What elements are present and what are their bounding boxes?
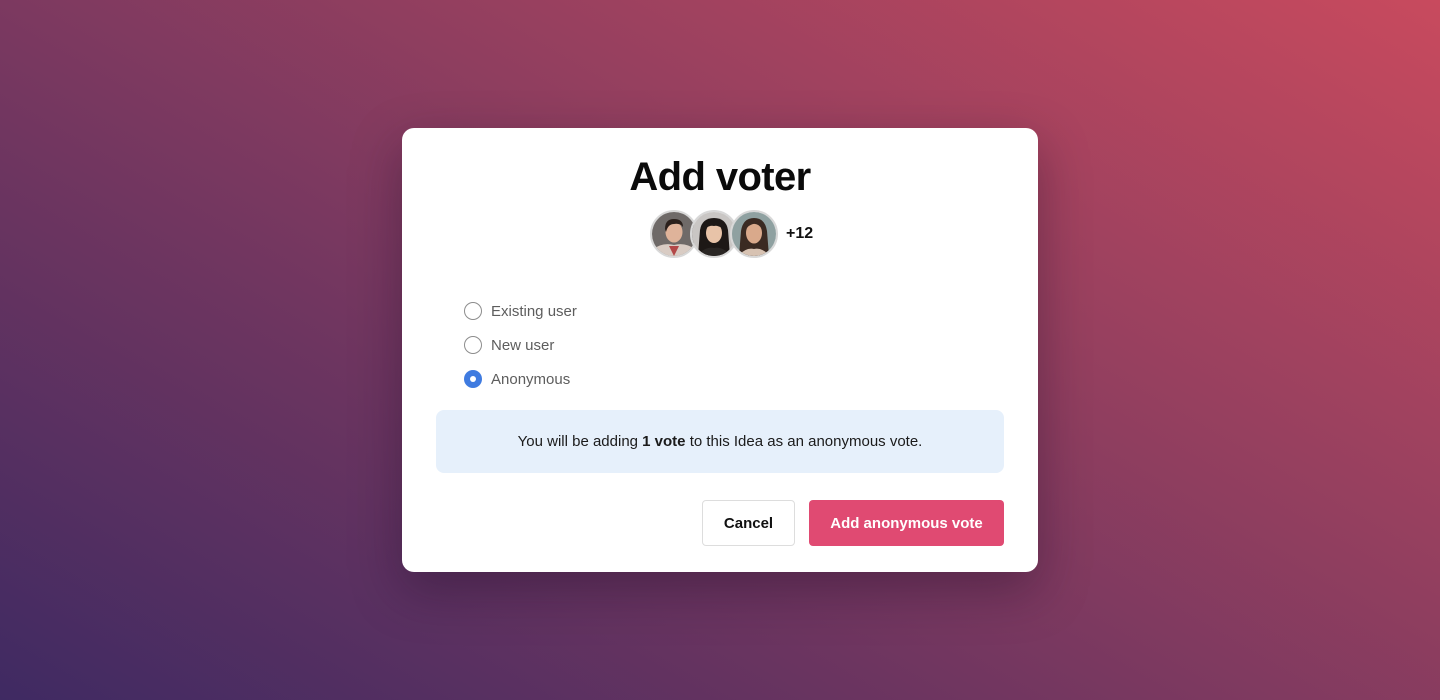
option-anonymous[interactable]: Anonymous xyxy=(464,362,577,396)
info-suffix: to this Idea as an anonymous vote. xyxy=(685,433,923,450)
add-voter-dialog: Add voter +12 Existing user New user Ano… xyxy=(402,128,1038,572)
dialog-title: Add voter xyxy=(629,155,811,199)
info-text: You will be adding 1 vote to this Idea a… xyxy=(518,433,923,450)
option-label: New user xyxy=(491,336,555,354)
cancel-button[interactable]: Cancel xyxy=(702,500,795,546)
radio-unchecked-icon[interactable] xyxy=(464,302,482,320)
option-label: Anonymous xyxy=(491,370,571,388)
info-message: You will be adding 1 vote to this Idea a… xyxy=(436,410,1004,473)
avatar-stack: +12 xyxy=(650,210,813,258)
voter-type-options: Existing user New user Anonymous xyxy=(464,294,577,396)
radio-checked-icon[interactable] xyxy=(464,370,482,388)
avatar xyxy=(730,210,778,258)
option-new-user[interactable]: New user xyxy=(464,328,577,362)
add-anonymous-vote-button[interactable]: Add anonymous vote xyxy=(809,500,1004,546)
option-label: Existing user xyxy=(491,302,577,320)
info-prefix: You will be adding xyxy=(517,433,643,450)
info-vote-count: 1 vote xyxy=(642,433,686,450)
radio-unchecked-icon[interactable] xyxy=(464,336,482,354)
option-existing-user[interactable]: Existing user xyxy=(464,294,577,328)
more-voters-count: +12 xyxy=(786,225,814,242)
person-avatar-icon xyxy=(732,212,776,256)
